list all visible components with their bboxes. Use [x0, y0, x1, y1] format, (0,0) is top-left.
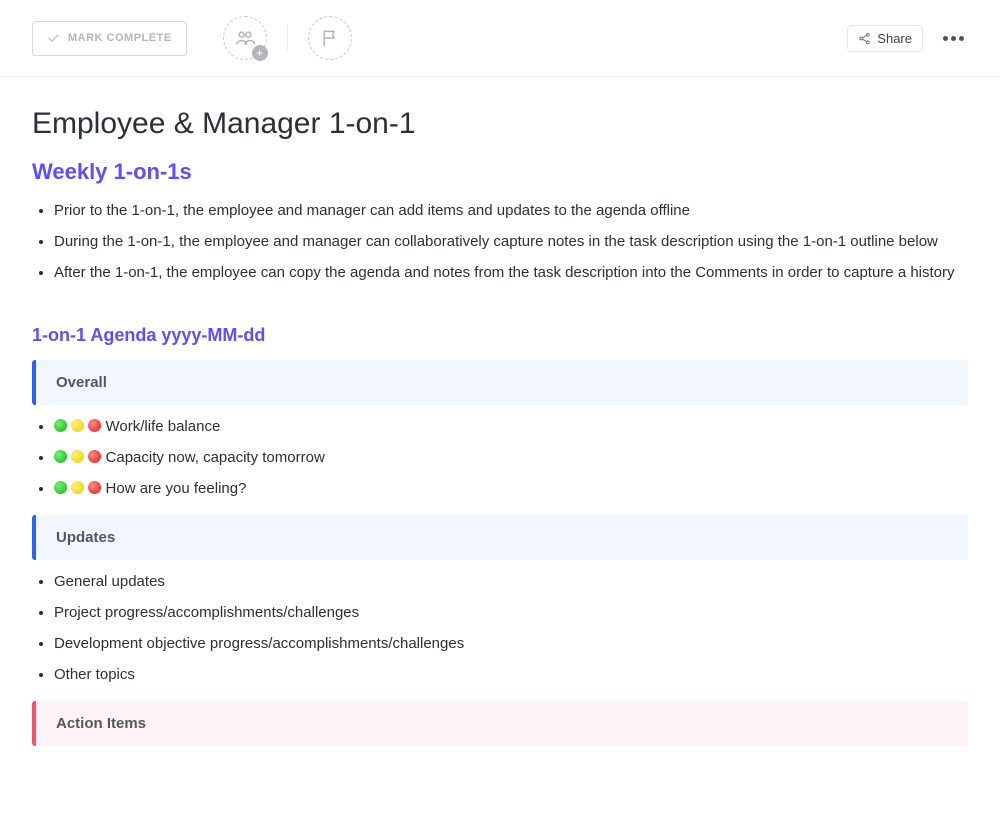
overall-item-label: Capacity now, capacity tomorrow — [106, 449, 325, 466]
list-item[interactable]: Work/life balance — [54, 415, 968, 439]
share-button[interactable]: Share — [847, 25, 923, 52]
page-title[interactable]: Employee & Manager 1-on-1 — [32, 107, 968, 141]
updates-title: Updates — [56, 529, 115, 546]
updates-list: General updates Project progress/accompl… — [32, 570, 968, 687]
status-red-icon — [88, 419, 101, 432]
check-icon — [47, 32, 60, 45]
overall-item-label: Work/life balance — [106, 418, 221, 435]
ellipsis-icon — [943, 36, 948, 41]
status-green-icon — [54, 450, 67, 463]
list-item[interactable]: Prior to the 1-on-1, the employee and ma… — [54, 199, 968, 223]
list-item[interactable]: During the 1-on-1, the employee and mana… — [54, 230, 968, 254]
status-red-icon — [88, 450, 101, 463]
list-item[interactable]: Project progress/accomplishments/challen… — [54, 601, 968, 625]
flag-icon — [320, 28, 340, 48]
status-yellow-icon — [71, 419, 84, 432]
weekly-bullets: Prior to the 1-on-1, the employee and ma… — [32, 199, 968, 285]
people-icon — [235, 28, 255, 48]
overall-item-label: How are you feeling? — [106, 480, 247, 497]
assignee-group: + — [223, 16, 352, 60]
action-items-title: Action Items — [56, 715, 146, 732]
agenda-heading[interactable]: 1-on-1 Agenda yyyy-MM-dd — [32, 325, 968, 346]
more-menu-button[interactable] — [939, 32, 968, 45]
overall-list: Work/life balance Capacity now, capacity… — [32, 415, 968, 501]
status-red-icon — [88, 481, 101, 494]
mark-complete-button[interactable]: MARK COMPLETE — [32, 21, 187, 56]
list-item[interactable]: Development objective progress/accomplis… — [54, 632, 968, 656]
status-green-icon — [54, 481, 67, 494]
toolbar: MARK COMPLETE + Share — [0, 0, 1000, 77]
status-green-icon — [54, 419, 67, 432]
priority-button[interactable] — [308, 16, 352, 60]
list-item[interactable]: Capacity now, capacity tomorrow — [54, 446, 968, 470]
list-item[interactable]: How are you feeling? — [54, 477, 968, 501]
list-item[interactable]: General updates — [54, 570, 968, 594]
status-yellow-icon — [71, 450, 84, 463]
mark-complete-label: MARK COMPLETE — [68, 32, 172, 44]
separator — [287, 25, 288, 51]
overall-title: Overall — [56, 374, 107, 391]
status-yellow-icon — [71, 481, 84, 494]
action-items-callout[interactable]: Action Items — [32, 701, 968, 746]
assignee-button[interactable]: + — [223, 16, 267, 60]
share-icon — [858, 32, 871, 45]
plus-icon: + — [252, 45, 268, 61]
weekly-heading[interactable]: Weekly 1-on-1s — [32, 159, 968, 185]
share-label: Share — [877, 31, 912, 46]
list-item[interactable]: After the 1-on-1, the employee can copy … — [54, 261, 968, 285]
updates-callout[interactable]: Updates — [32, 515, 968, 560]
overall-callout[interactable]: Overall — [32, 360, 968, 405]
list-item[interactable]: Other topics — [54, 663, 968, 687]
document-body: Employee & Manager 1-on-1 Weekly 1-on-1s… — [0, 77, 1000, 796]
